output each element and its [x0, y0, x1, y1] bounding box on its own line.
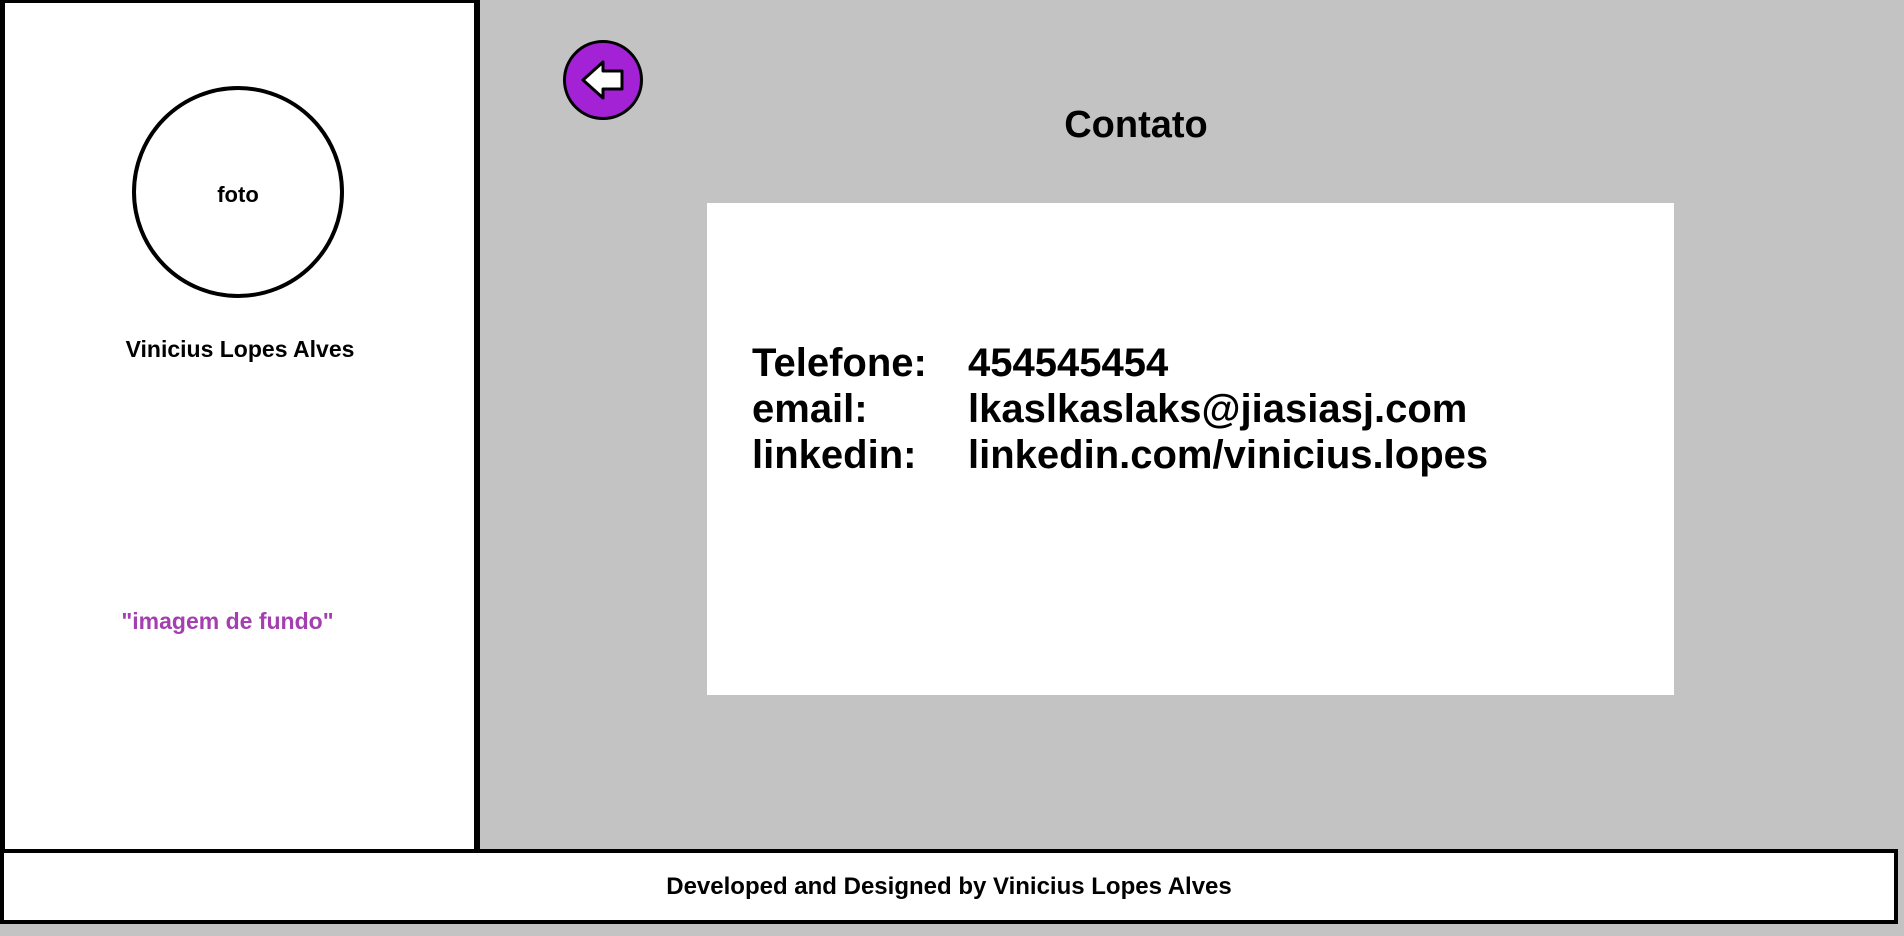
page-title: Contato	[1064, 104, 1208, 146]
profile-sidebar: foto Vinicius Lopes Alves "imagem de fun…	[0, 0, 480, 849]
linkedin-value: linkedin.com/vinicius.lopes	[968, 433, 1489, 477]
phone-label: Telefone:	[752, 341, 927, 385]
contact-row-linkedin: linkedin: linkedin.com/vinicius.lopes	[752, 432, 1488, 478]
linkedin-label: linkedin:	[752, 433, 917, 477]
email-value: lkaslkaslaks@jiasiasj.com	[968, 387, 1468, 431]
contact-row-email: email: lkaslkaslaks@jiasiasj.com	[752, 386, 1488, 432]
profile-name: Vinicius Lopes Alves	[125, 336, 355, 362]
contact-info-list: Telefone: 454545454 email: lkaslkaslaks@…	[752, 340, 1488, 478]
phone-value: 454545454	[968, 341, 1169, 385]
arrow-left-icon	[581, 60, 624, 100]
profile-photo-placeholder: foto	[132, 86, 344, 298]
contact-row-phone: Telefone: 454545454	[752, 340, 1488, 386]
email-label: email:	[752, 387, 868, 431]
photo-label: foto	[217, 182, 259, 207]
background-image-note: "imagem de fundo"	[121, 608, 334, 634]
contact-card: Telefone: 454545454 email: lkaslkaslaks@…	[707, 203, 1674, 695]
footer-credit: Developed and Designed by Vinicius Lopes…	[666, 873, 1232, 900]
footer: Developed and Designed by Vinicius Lopes…	[0, 849, 1898, 924]
